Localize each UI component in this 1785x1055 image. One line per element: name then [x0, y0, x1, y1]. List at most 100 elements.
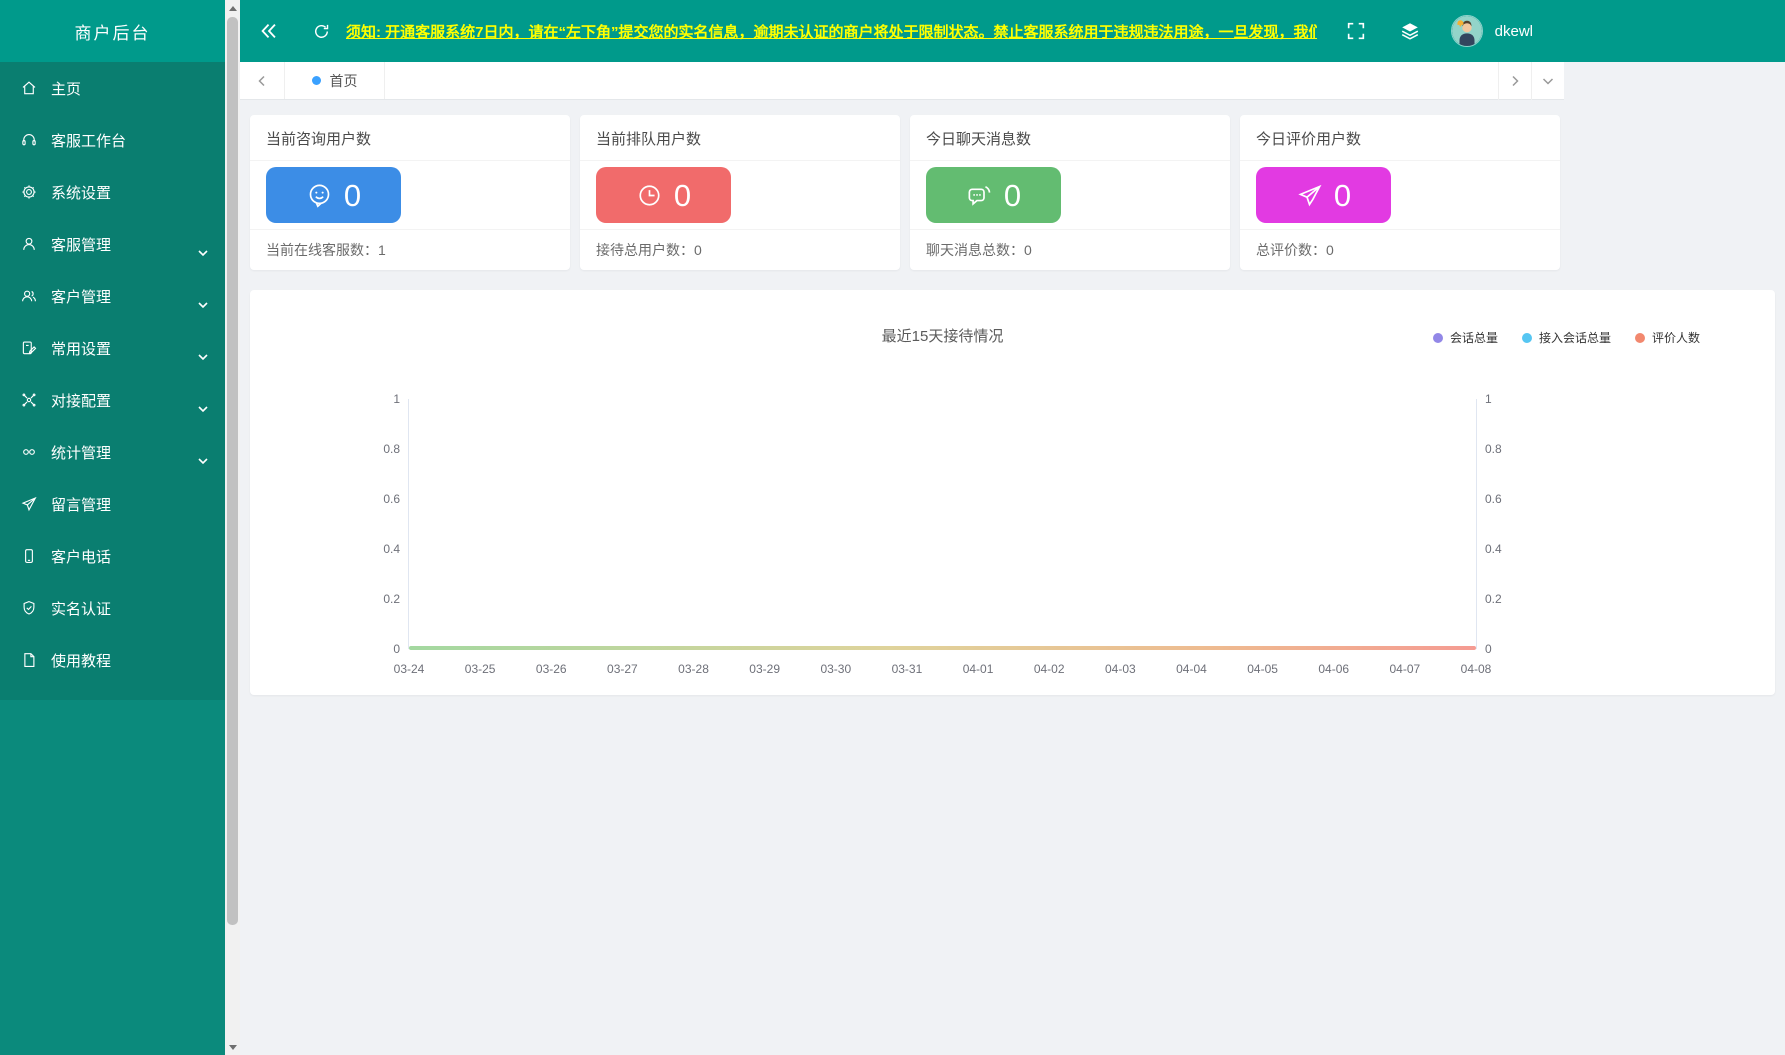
sidebar-item-messages[interactable]: 留言管理: [0, 478, 225, 530]
card-title: 当前排队用户数: [580, 115, 900, 161]
headset-icon: [20, 131, 38, 149]
layers-icon: [1401, 23, 1418, 40]
sidebar-item-statistics[interactable]: 统计管理: [0, 426, 225, 478]
user-avatar[interactable]: [1450, 15, 1483, 47]
tab-home[interactable]: 首页: [285, 62, 385, 99]
sidebar-scrollbar[interactable]: [225, 0, 240, 1055]
legend-item[interactable]: 评价人数: [1634, 329, 1700, 346]
sidebar-item-customer-mgmt[interactable]: 客户管理: [0, 270, 225, 322]
y-axis-label: 0.4: [1485, 542, 1502, 556]
stat-pill: 0: [266, 167, 401, 223]
stat-card-consulting-users: 当前咨询用户数 0 当前在线客服数：1: [250, 115, 570, 270]
stat-pill: 0: [596, 167, 731, 223]
legend-dot-icon: [1634, 332, 1645, 343]
tab-menu-button[interactable]: [1531, 62, 1564, 100]
app-window: 商户后台 主页 客服工作台 系统设置 客服管理 客户管理 常用设置 对接配置 统…: [0, 0, 1785, 1055]
sidebar-item-label: 对接配置: [51, 392, 112, 410]
send-icon: [1298, 184, 1322, 206]
sidebar-item-label: 常用设置: [51, 340, 112, 358]
sidebar-item-label: 客服管理: [51, 236, 112, 254]
stat-pill: 0: [1256, 167, 1391, 223]
tab-scroll-left-button[interactable]: [240, 62, 285, 99]
x-axis-label: 03-26: [535, 662, 567, 676]
sidebar-item-label: 统计管理: [51, 444, 112, 462]
infinity-icon: [20, 443, 38, 461]
chevron-left-icon: [258, 75, 265, 86]
shield-check-icon: [20, 599, 38, 617]
stat-card-queued-users: 当前排队用户数 0 接待总用户数：0: [580, 115, 900, 270]
legend-dot-icon: [1432, 332, 1443, 343]
chart-plot-area: 0 0 0.2 0.2 0.4 0.4 0.6 0.6 0.8 0.8 1 1 03-24 03-25 03…: [383, 392, 1501, 676]
sidebar-item-workbench[interactable]: 客服工作台: [0, 114, 225, 166]
clock-icon: [639, 184, 660, 206]
chevron-down-icon: [197, 247, 209, 259]
chart-legend: 会话总量 接入会话总量 评价人数: [1432, 329, 1700, 346]
x-axis-label: 04-01: [962, 662, 994, 676]
sidebar-item-customer-phone[interactable]: 客户电话: [0, 530, 225, 582]
legend-label: 会话总量: [1449, 331, 1498, 345]
topbar-right: dkewl: [1317, 15, 1533, 47]
sidebar-item-agent-mgmt[interactable]: 客服管理: [0, 218, 225, 270]
scrollbar-thumb[interactable]: [227, 17, 238, 925]
sidebar-item-integration-config[interactable]: 对接配置: [0, 374, 225, 426]
chevron-down-icon: [197, 299, 209, 311]
y-axis-label: 0.6: [1485, 492, 1502, 506]
y-axis-label: 0: [393, 642, 400, 656]
x-axis-label: 03-31: [891, 662, 923, 676]
gear-icon: [20, 183, 38, 201]
legend-item[interactable]: 会话总量: [1432, 329, 1498, 346]
legend-label: 评价人数: [1651, 331, 1700, 345]
chevron-down-icon: [1542, 78, 1554, 85]
scroll-down-button[interactable]: [225, 1039, 240, 1055]
x-axis-label: 03-30: [820, 662, 852, 676]
fullscreen-button[interactable]: [1341, 16, 1371, 46]
card-footer: 聊天消息总数：0: [926, 242, 1032, 258]
card-title: 今日评价用户数: [1240, 115, 1560, 161]
y-axis-label: 0.8: [1485, 442, 1502, 456]
sidebar-item-tutorial[interactable]: 使用教程: [0, 634, 225, 686]
card-title: 当前咨询用户数: [250, 115, 570, 161]
app-title: 商户后台: [0, 0, 225, 62]
sidebar-item-label: 留言管理: [51, 496, 112, 514]
x-axis-label: 03-25: [464, 662, 496, 676]
sidebar-item-label: 客户管理: [51, 288, 112, 306]
sidebar-item-common-settings[interactable]: 常用设置: [0, 322, 225, 374]
username[interactable]: dkewl: [1495, 23, 1533, 40]
legend-item[interactable]: 接入会话总量: [1521, 329, 1611, 346]
layers-button[interactable]: [1395, 16, 1425, 46]
active-tab-dot: [311, 76, 321, 85]
tab-controls: [1498, 62, 1564, 100]
sidebar-item-home[interactable]: 主页: [0, 62, 225, 114]
collapse-sidebar-button[interactable]: [254, 16, 284, 46]
book-icon: [20, 651, 38, 669]
tab-label: 首页: [329, 72, 358, 89]
tab-scroll-right-button[interactable]: [1498, 62, 1531, 100]
sidebar-item-label: 主页: [51, 80, 82, 98]
customers-icon: [20, 287, 38, 305]
scroll-up-button[interactable]: [225, 0, 240, 16]
doc-edit-icon: [20, 339, 38, 357]
stat-value: 0: [1333, 177, 1352, 213]
home-icon: [20, 79, 38, 97]
sidebar-item-system-settings[interactable]: 系统设置: [0, 166, 225, 218]
main-area: 须知: 开通客服系统7日内，请在“左下角”提交您的实名信息，逾期未认证的商户将处…: [240, 0, 1785, 1055]
y-axis-label: 0.8: [383, 442, 400, 456]
chevron-right-icon: [1512, 75, 1519, 87]
card-footer: 当前在线客服数：1: [266, 242, 386, 258]
paper-plane-icon: [20, 495, 38, 513]
sidebar-item-label: 客服工作台: [51, 132, 127, 150]
refresh-button[interactable]: [306, 16, 336, 46]
notice-banner: 须知: 开通客服系统7日内，请在“左下角”提交您的实名信息，逾期未认证的商户将处…: [346, 23, 1317, 41]
sidebar-item-label: 使用教程: [51, 652, 112, 670]
card-title: 今日聊天消息数: [910, 115, 1230, 161]
chevron-down-icon: [197, 455, 209, 467]
stat-value: 0: [1003, 177, 1022, 213]
sidebar-item-verification[interactable]: 实名认证: [0, 582, 225, 634]
stat-value: 0: [673, 177, 692, 213]
chat-dots-icon: [968, 185, 991, 206]
reception-chart-card: 最近15天接待情况 会话总量 接入会话总量 评价人数 0 0 0.2 0.2 0.4 0.4 0…: [250, 290, 1775, 695]
x-axis-label: 04-08: [1460, 662, 1492, 676]
agent-icon: [20, 235, 38, 253]
y-axis-label: 0.2: [383, 592, 400, 606]
stat-card-chat-messages: 今日聊天消息数 0 聊天消息总数：0: [910, 115, 1230, 270]
